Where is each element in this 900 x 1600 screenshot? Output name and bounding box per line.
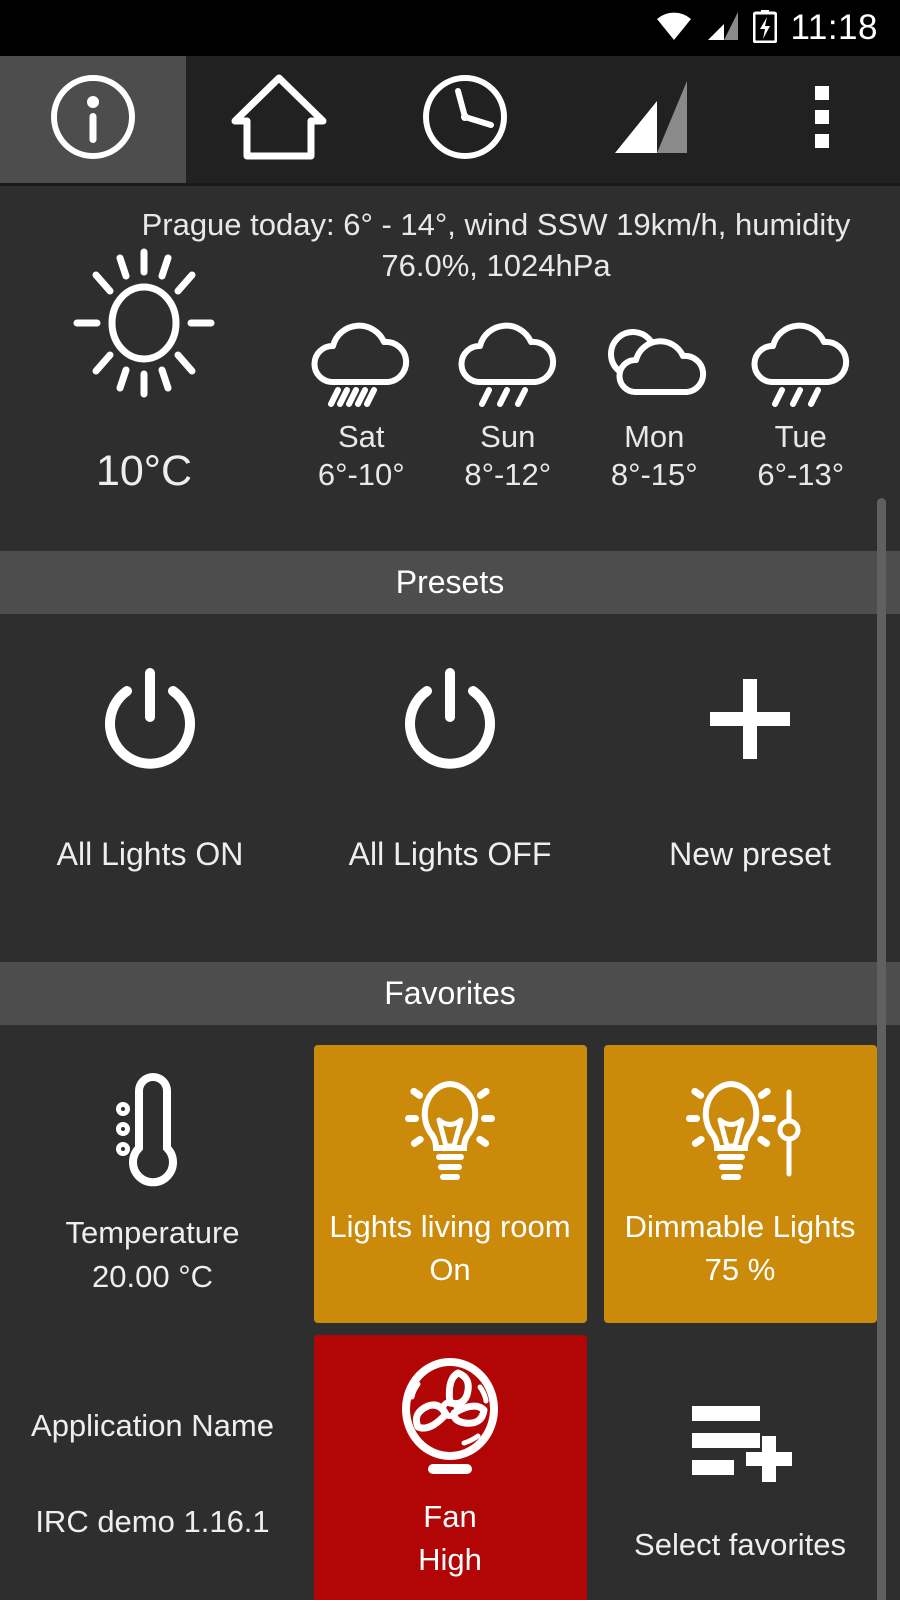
favorites-panel: Temperature 20.00 °C Lights living room … [0,1025,900,1600]
forecast-day: Sat 6°-10° [291,312,431,493]
favorite-title: Fan [423,1499,477,1534]
forecast-day-label: Sun [480,419,536,454]
favorite-title: Dimmable Lights [624,1209,856,1244]
power-icon [94,660,206,778]
weather-panel: Prague today: 6° - 14°, wind SSW 19km/h,… [0,186,900,551]
status-bar-clock: 11:18 [790,8,878,47]
favorite-value: IRC demo 1.16.1 [35,1504,270,1539]
favorite-title: Application Name [31,1408,274,1443]
overflow-menu-icon [814,85,830,154]
cloud-rain-icon [742,322,860,412]
tab-info[interactable] [0,56,186,183]
favorite-title: Temperature [65,1215,240,1250]
tab-home[interactable] [186,56,372,183]
battery-charging-icon [752,9,777,48]
forecast-day: Sun 8°-12° [438,312,578,493]
preset-label: All Lights OFF [348,836,552,872]
lightbulb-dimmer-icon [676,1067,804,1185]
wifi-icon [656,11,692,46]
plus-icon [698,660,802,778]
forecast-day-label: Sat [337,419,385,454]
favorite-value: On [429,1252,471,1287]
section-header-favorites: Favorites [0,962,900,1025]
home-icon [231,72,327,167]
weather-current: 10°C [0,200,288,496]
forecast-day-range: 8°-15° [610,457,698,492]
cloud-partly-icon [595,329,713,412]
preset-new-preset[interactable]: New preset [600,660,900,873]
tab-signal[interactable] [558,56,744,183]
thermometer-icon [105,1069,201,1187]
sun-icon [63,242,225,409]
signal-bars-icon [609,77,693,162]
weather-current-temp: 10°C [95,447,193,495]
preset-label: New preset [669,836,831,872]
section-header-presets-label: Presets [395,564,505,600]
power-icon [394,660,506,778]
favorite-lights-living-room[interactable]: Lights living room On [305,1039,595,1329]
forecast-day: Mon 8°-15° [584,312,724,493]
forecast-day-range: 8°-12° [464,457,552,492]
favorite-dimmable-lights[interactable]: Dimmable Lights 75 % [595,1039,885,1329]
forecast-day-range: 6°-10° [317,457,405,492]
favorite-value: High [418,1542,482,1577]
presets-panel: All Lights ON All Lights OFF New preset [0,614,900,962]
weather-forecast: Sat 6°-10° Sun 8°-12° Mon 8°-15° Tue 6°-… [288,200,900,493]
favorite-fan[interactable]: Fan High [305,1329,595,1600]
favorite-select-favorites[interactable]: Select favorites [595,1329,885,1600]
lightbulb-icon [395,1067,505,1185]
preset-all-lights-on[interactable]: All Lights ON [0,660,300,873]
info-circle-icon [47,71,139,168]
tab-overflow-menu[interactable] [744,56,900,183]
vertical-scrollbar[interactable] [877,498,886,1600]
favorite-value: 20.00 °C [92,1259,213,1294]
forecast-day-range: 6°-13° [757,457,845,492]
status-bar: 11:18 [0,0,900,56]
section-header-presets: Presets [0,551,900,614]
playlist-add-icon [684,1381,796,1499]
preset-label: All Lights ON [56,836,244,872]
tab-bar [0,56,900,186]
section-header-favorites-label: Favorites [384,975,516,1011]
favorite-value: 75 % [704,1252,776,1287]
forecast-day-label: Tue [774,419,827,454]
favorite-title: Lights living room [329,1209,571,1244]
cellular-signal-icon [706,11,739,46]
clock-icon [419,71,511,168]
preset-all-lights-off[interactable]: All Lights OFF [300,660,600,873]
forecast-day: Tue 6°-13° [731,312,871,493]
fan-icon [394,1357,506,1475]
cloud-rain-icon [449,322,567,412]
cloud-rain-icon [302,322,420,412]
forecast-day-label: Mon [624,419,685,454]
tab-clock[interactable] [372,56,558,183]
favorite-application-name[interactable]: Application Name IRC demo 1.16.1 [0,1329,305,1600]
favorite-temperature[interactable]: Temperature 20.00 °C [0,1039,305,1329]
favorite-title: Select favorites [634,1527,846,1562]
